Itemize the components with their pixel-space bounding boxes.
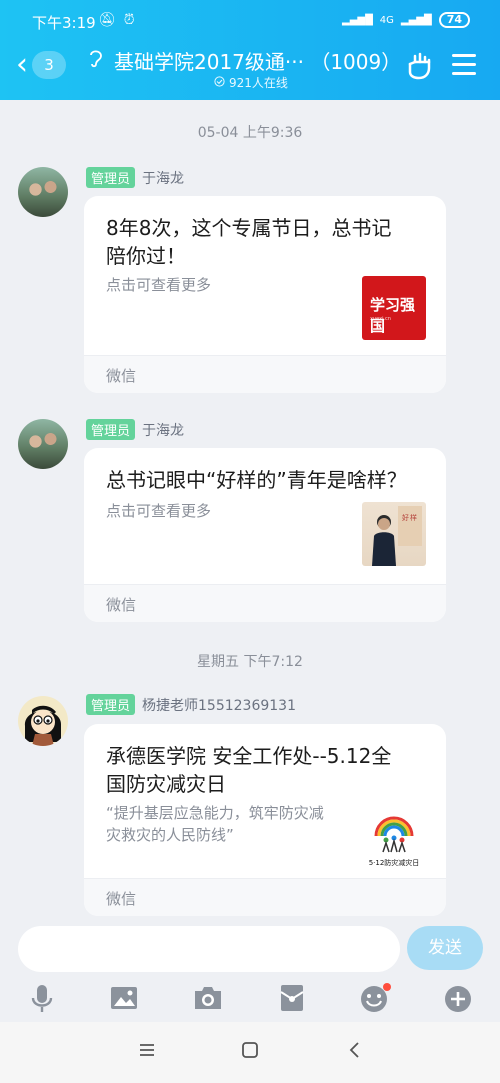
menu-icon[interactable]: [452, 54, 476, 76]
thumbnail-caption: 5·12防灾减灾日: [368, 859, 420, 867]
admin-badge: 管理员: [86, 419, 136, 440]
timestamp: 05-04 上午9:36: [197, 125, 303, 141]
avatar[interactable]: [18, 696, 68, 746]
card-title-line2: 陪你过！: [106, 244, 186, 268]
svg-text:好: 好: [402, 513, 409, 522]
group-name: 基础学院2017级通··· （1009）: [114, 50, 402, 74]
disaster-day-thumbnail: 5·12防灾减灾日: [362, 804, 426, 868]
admin-badge: 管理员: [86, 694, 136, 715]
card-title-line1: 8年8次，这个专属节日，总书记: [106, 216, 392, 240]
card-title-line2: 国防灾减灾日: [106, 772, 226, 796]
camera-icon[interactable]: [192, 982, 224, 1014]
status-right: ▂▄▆█ 4G ▂▄▆█ 74: [342, 12, 470, 28]
image-icon[interactable]: [108, 982, 140, 1014]
mute-bell-icon: 🔕︎: [98, 12, 116, 28]
message-card[interactable]: 总书记眼中“好样的”青年是啥样？ 点击可查看更多 好 样 微信: [84, 448, 446, 622]
card-title-line1: 总书记眼中“好样的”青年是啥样？: [106, 468, 407, 492]
card-subtitle: 点击可查看更多: [106, 276, 212, 294]
input-toolbar: [0, 978, 500, 1022]
card-subtitle: 点击可查看更多: [106, 502, 212, 520]
status-notification-icons: 🔕︎ ⏰︎: [98, 12, 135, 28]
card-subtitle-line1: “提升基层应急能力，筑牢防灾减: [106, 804, 324, 822]
card-source: 微信: [106, 367, 137, 385]
message-card[interactable]: 承德医学院 安全工作处--5.12全 国防灾减灾日 “提升基层应急能力，筑牢防灾…: [84, 724, 446, 916]
mic-icon[interactable]: [26, 982, 58, 1014]
sender-row: 管理员 于海龙: [86, 419, 184, 440]
status-bar: 下午3:19 🔕︎ ⏰︎ ▂▄▆█ 4G ▂▄▆█ 74: [0, 0, 500, 40]
message-card[interactable]: 8年8次，这个专属节日，总书记 陪你过！ 点击可查看更多 学习强国 xuexi.…: [84, 196, 446, 393]
thumbnail-domain: xuexi.cn: [370, 316, 391, 322]
avatar[interactable]: [18, 167, 68, 217]
chat-header: 下午3:19 🔕︎ ⏰︎ ▂▄▆█ 4G ▂▄▆█ 74 ‹ 3 基础学院201…: [0, 0, 500, 100]
hand-gesture-icon[interactable]: [404, 50, 434, 80]
system-nav-bar: [0, 1022, 500, 1083]
plus-icon[interactable]: [442, 982, 474, 1014]
card-footer: 微信: [84, 878, 446, 916]
network-type: 4G: [379, 14, 394, 26]
earpiece-icon: [88, 48, 104, 73]
group-title-area[interactable]: 基础学院2017级通··· （1009） 921人在线: [88, 44, 408, 94]
svg-text:样: 样: [410, 513, 417, 522]
card-source: 微信: [106, 596, 137, 614]
battery-level: 74: [438, 12, 470, 28]
card-subtitle-line2: 灾救灾的人民防线”: [106, 826, 234, 844]
message-input[interactable]: [18, 926, 400, 972]
status-time: 下午3:19: [32, 14, 96, 32]
red-packet-icon[interactable]: [276, 982, 308, 1014]
news-photo-thumbnail: 好 样: [362, 502, 426, 566]
signal-icon: ▂▄▆█: [342, 14, 373, 26]
thumbnail-logo-text: 学习强国: [370, 296, 416, 335]
back-nav-icon[interactable]: [346, 1040, 364, 1064]
recent-apps-icon[interactable]: [138, 1040, 156, 1064]
card-footer: 微信: [84, 584, 446, 622]
card-title-line1: 承德医学院 安全工作处--5.12全: [106, 744, 392, 768]
back-button[interactable]: ‹ 3: [16, 50, 74, 80]
sender-name[interactable]: 杨捷老师15512369131: [142, 695, 296, 715]
home-icon[interactable]: [241, 1040, 259, 1064]
unread-count-badge: 3: [32, 51, 66, 79]
timestamp: 星期五 下午7:12: [197, 654, 303, 670]
admin-badge: 管理员: [86, 167, 136, 188]
chevron-left-icon: ‹: [16, 47, 28, 82]
online-check-icon: [214, 75, 225, 90]
card-source: 微信: [106, 890, 137, 908]
sender-row: 管理员 杨捷老师15512369131: [86, 694, 296, 715]
card-footer: 微信: [84, 355, 446, 393]
sender-name[interactable]: 于海龙: [142, 168, 184, 188]
xuexi-thumbnail: 学习强国 xuexi.cn: [362, 276, 426, 340]
emoji-icon[interactable]: [358, 982, 391, 1014]
signal-icon-2: ▂▄▆█: [400, 14, 432, 26]
sender-row: 管理员 于海龙: [86, 167, 184, 188]
send-button[interactable]: 发送: [407, 926, 483, 970]
online-count: 921人在线: [229, 76, 288, 90]
sender-name[interactable]: 于海龙: [142, 420, 184, 440]
alarm-icon: ⏰︎: [123, 12, 135, 28]
avatar[interactable]: [18, 419, 68, 469]
online-status: 921人在线: [214, 74, 288, 91]
input-row: 发送: [0, 922, 500, 978]
